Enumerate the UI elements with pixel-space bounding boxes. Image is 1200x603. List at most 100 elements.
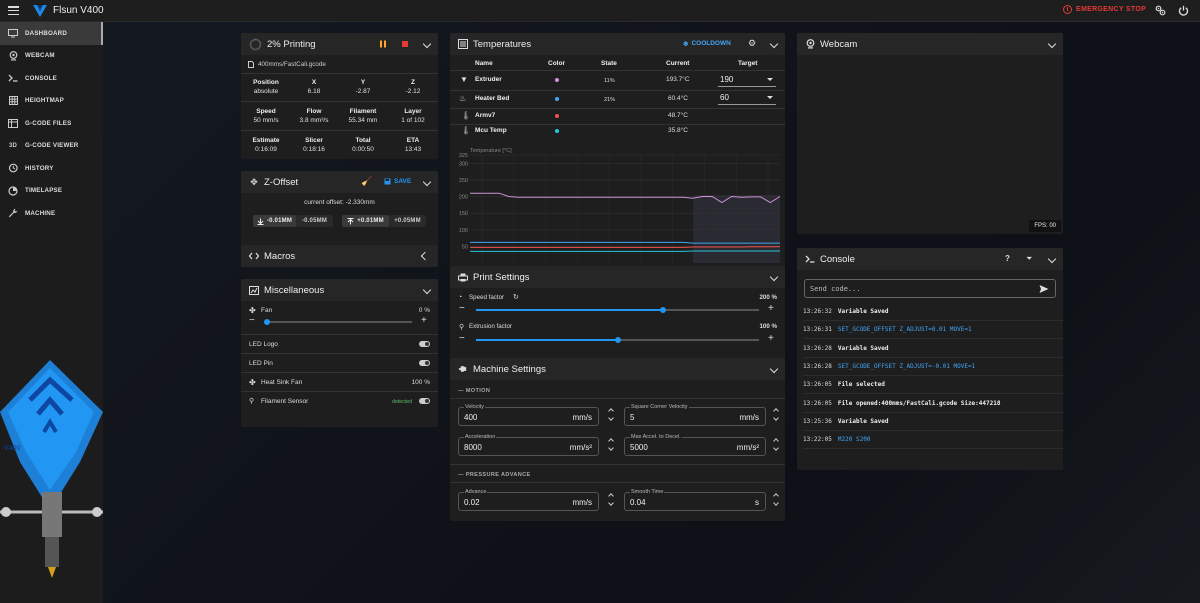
cooldown-button[interactable]: ❄ COOLDOWN (683, 40, 731, 48)
fan-increase-button[interactable]: + (421, 316, 427, 326)
extruder-name: Extruder (475, 76, 502, 83)
square-corner-velocity-field[interactable]: Square Corner Velocity 5 mm/s (624, 404, 766, 426)
sidebar-item-heightmap[interactable]: HEIGHTMAP (0, 90, 103, 113)
collapse-chevron-icon[interactable] (769, 364, 779, 374)
smooth-time-stepper[interactable] (773, 493, 779, 507)
filter-icon[interactable]: ⏷ (1026, 254, 1032, 264)
chart-ytick: 300 (459, 161, 468, 167)
square-corner-velocity-stepper[interactable] (773, 408, 779, 422)
fan-slider[interactable] (264, 319, 412, 325)
sidebar-item-history[interactable]: HISTORY (0, 157, 103, 180)
speed-increase-button[interactable]: + (768, 304, 774, 314)
acceleration-stepper[interactable] (608, 438, 614, 452)
z-down-005-button[interactable]: -0.05MM (296, 215, 333, 227)
divider (450, 398, 785, 399)
button-label: +0.01MM (357, 218, 384, 224)
expand-chevron-icon[interactable] (420, 251, 430, 261)
settings-icon[interactable] (1155, 5, 1166, 16)
advance-unit: mm/s (572, 498, 592, 507)
console-message[interactable]: SET_GCODE_OFFSET Z_ADJUST=-0.01 MOVE=1 (838, 363, 975, 370)
extrusion-increase-button[interactable]: + (768, 334, 774, 344)
sidebar-item-machine[interactable]: MACHINE (0, 202, 103, 225)
sidebar-item-webcam[interactable]: WEBCAM (0, 45, 103, 68)
emergency-stop-label: EMERGENCY STOP (1076, 6, 1147, 13)
sidebar-item-dashboard[interactable]: DASHBOARD (0, 22, 103, 45)
divider (241, 73, 438, 74)
z-up-001-button[interactable]: +0.01MM (342, 215, 389, 227)
smooth-time-field[interactable]: Smooth Time 0.04 s (624, 489, 766, 511)
heat-sink-fan-icon: ✤ (249, 378, 256, 387)
sidebar-item-gcode-files[interactable]: G-CODE FILES (0, 112, 103, 135)
engine-icon (458, 364, 468, 374)
speed-factor-value: 200 % (759, 294, 777, 301)
macros-panel[interactable]: Macros (241, 245, 438, 267)
led-pin-toggle[interactable] (419, 360, 430, 366)
power-icon[interactable] (1178, 5, 1189, 16)
z-up-005-button[interactable]: +0.05MM (389, 215, 426, 227)
divider (450, 464, 785, 465)
led-pin-label: LED Pin (249, 360, 273, 367)
help-icon[interactable]: ? (1005, 254, 1010, 263)
dropdown-icon[interactable] (767, 96, 773, 99)
collapse-chevron-icon[interactable] (422, 177, 432, 187)
collapse-chevron-icon[interactable] (1047, 39, 1057, 49)
velocity-stepper[interactable] (608, 408, 614, 422)
extruder-current: 193.7°C (666, 76, 690, 83)
send-icon[interactable] (1039, 284, 1049, 294)
save-button[interactable]: SAVE (384, 178, 411, 185)
console-message: Variable Saved (837, 344, 889, 352)
heater-bed-icon: ♨ (459, 94, 467, 103)
collapse-chevron-icon[interactable] (1047, 254, 1057, 264)
extrusion-decrease-button[interactable]: − (459, 334, 465, 344)
collapse-chevron-icon[interactable] (769, 272, 779, 282)
acceleration-field[interactable]: Acceleration 8000 mm/s² (458, 434, 599, 456)
filament-sensor-toggle[interactable] (419, 398, 430, 404)
sidebar-item-gcode-viewer[interactable]: 3D G-CODE VIEWER (0, 135, 103, 158)
webcam-stream (797, 55, 1063, 234)
velocity-field[interactable]: Velocity 400 mm/s (458, 404, 599, 426)
advance-field[interactable]: Advance 0.02 mm/s (458, 489, 599, 511)
max-accel-to-decel-stepper[interactable] (773, 438, 779, 452)
console-timestamp: 13:26:31 (803, 326, 832, 334)
emergency-stop-button[interactable]: EMERGENCY STOP (1063, 5, 1146, 14)
console-input[interactable]: Send code... (804, 279, 1056, 298)
speed-decrease-button[interactable]: − (459, 304, 465, 314)
macros-header[interactable]: Macros (241, 245, 438, 267)
led-logo-toggle[interactable] (419, 341, 430, 347)
collapse-chevron-icon[interactable] (422, 39, 432, 49)
extruder-color-dot (555, 78, 559, 82)
fan-decrease-button[interactable]: − (249, 316, 255, 326)
smooth-time-label: Smooth Time (630, 489, 665, 495)
z-down-001-button[interactable]: -0.01MM (253, 215, 296, 227)
heater-bed-target-input[interactable]: 60 (718, 93, 776, 105)
console-message[interactable]: SET_GCODE_OFFSET Z_ADJUST=0.01 MOVE=1 (838, 326, 972, 333)
speed-factor-slider[interactable] (476, 307, 759, 313)
snowflake-icon: ❄ (683, 41, 689, 48)
console-message[interactable]: M220 S200 (838, 436, 871, 443)
slicer-cell: Slicer 0:18:16 (303, 137, 325, 153)
dropdown-icon[interactable] (767, 78, 773, 81)
menu-icon[interactable] (8, 5, 19, 16)
reset-icon[interactable]: ↻ (513, 293, 519, 301)
max-accel-to-decel-field[interactable]: Max Accel. to Decel. 5000 mm/s² (624, 434, 766, 456)
console-timestamp: 13:26:05 (803, 381, 832, 389)
extrusion-slider-knob[interactable] (614, 337, 621, 343)
broom-icon[interactable]: 🧹 (361, 176, 372, 187)
fan-slider-knob[interactable] (264, 319, 270, 325)
extruder-target-input[interactable]: 190 (718, 75, 776, 87)
pause-icon[interactable] (379, 40, 387, 48)
collapse-chevron-icon[interactable] (769, 39, 779, 49)
arrow-up-icon (347, 217, 354, 224)
console-timestamp: 13:26:28 (803, 344, 832, 352)
console-line: 13:26:32 Variable Saved (803, 303, 1063, 321)
filament-icon: ⚲ (249, 398, 255, 405)
stop-icon[interactable] (401, 40, 409, 48)
extrusion-factor-slider[interactable] (476, 337, 759, 343)
heat-sink-fan-value: 100 % (411, 379, 430, 386)
speed-slider-knob[interactable] (659, 307, 666, 313)
sidebar-item-timelapse[interactable]: TIMELAPSE (0, 180, 103, 203)
advance-stepper[interactable] (608, 493, 614, 507)
collapse-chevron-icon[interactable] (422, 285, 432, 295)
sidebar-item-console[interactable]: CONSOLE (0, 67, 103, 90)
gear-icon[interactable]: ⚙ (748, 38, 756, 49)
